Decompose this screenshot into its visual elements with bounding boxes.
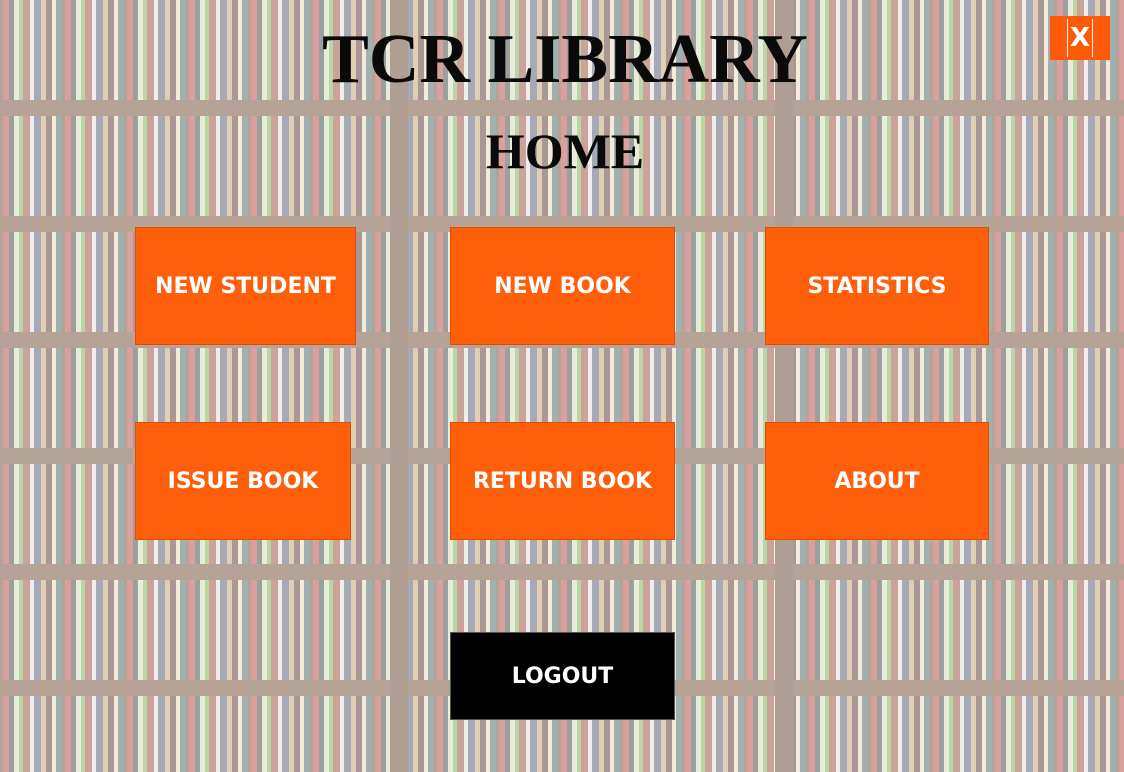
return-book-button[interactable]: RETURN BOOK [450, 422, 675, 540]
logout-button[interactable]: LOGOUT [450, 632, 675, 720]
logout-label: LOGOUT [511, 663, 614, 689]
new-student-label: NEW STUDENT [155, 273, 336, 299]
new-book-button[interactable]: NEW BOOK [450, 227, 675, 345]
new-book-label: NEW BOOK [494, 273, 631, 299]
app-title: TCR LIBRARY [322, 21, 808, 98]
about-button[interactable]: ABOUT [765, 422, 989, 540]
statistics-button[interactable]: STATISTICS [765, 227, 989, 345]
issue-book-button[interactable]: ISSUE BOOK [135, 422, 351, 540]
return-book-label: RETURN BOOK [472, 468, 653, 494]
close-icon: X [1066, 19, 1094, 57]
new-student-button[interactable]: NEW STUDENT [135, 227, 356, 345]
issue-book-label: ISSUE BOOK [167, 468, 319, 494]
close-button[interactable]: X [1050, 16, 1110, 60]
statistics-label: STATISTICS [807, 273, 947, 299]
page-title: HOME [485, 123, 645, 179]
about-label: ABOUT [834, 468, 920, 494]
